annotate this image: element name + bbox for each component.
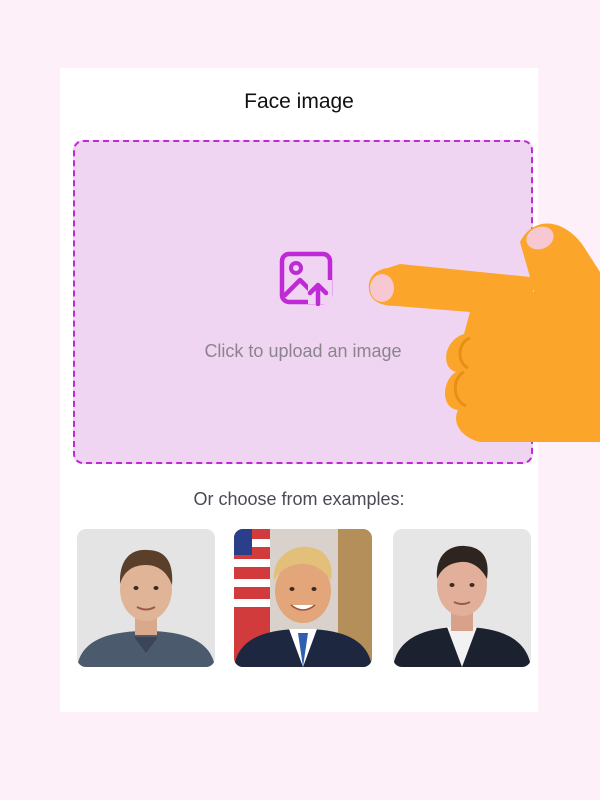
person-photo-2 — [234, 529, 372, 667]
image-upload-icon — [279, 251, 333, 306]
person-photo-1 — [77, 529, 215, 667]
example-image-2[interactable] — [234, 529, 372, 667]
pointing-hand-icon — [368, 223, 600, 442]
example-image-1[interactable] — [77, 529, 215, 667]
example-image-3[interactable] — [393, 529, 531, 667]
card-title: Face image — [244, 90, 354, 113]
examples-label: Or choose from examples: — [193, 489, 405, 509]
person-photo-3 — [393, 529, 531, 667]
